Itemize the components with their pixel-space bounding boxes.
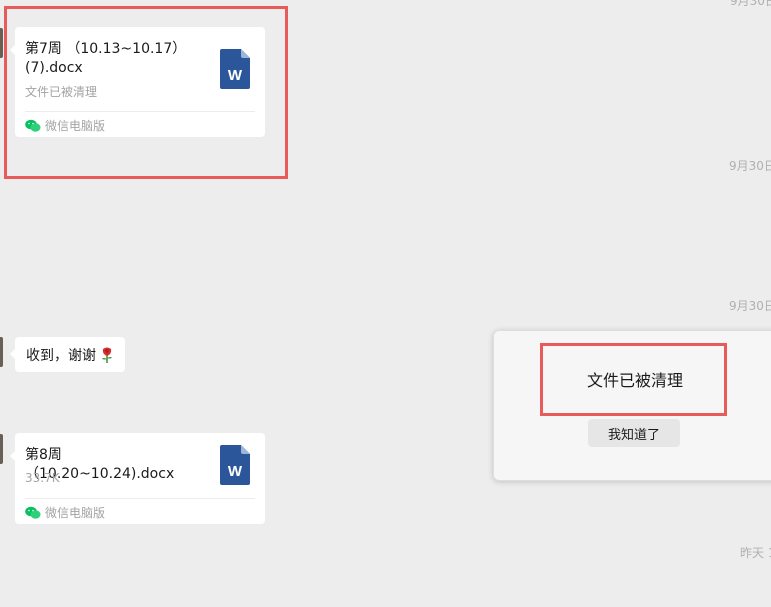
timestamp: 昨天 1 xyxy=(740,546,771,560)
file-message-card[interactable]: 第7周 （10.13~10.17）(7).docx 文件已被清理 W 微信电脑版 xyxy=(10,27,265,137)
word-doc-icon: W xyxy=(220,445,250,485)
acknowledge-button[interactable]: 我知道了 xyxy=(588,419,680,447)
text-message[interactable]: 收到，谢谢 xyxy=(10,337,125,372)
source-footer: 微信电脑版 xyxy=(25,117,105,134)
source-footer: 微信电脑版 xyxy=(25,504,105,521)
file-cleared-dialog: 文件已被清理 我知道了 xyxy=(493,330,771,481)
timestamp: 9月30日 xyxy=(730,0,771,8)
file-message-card[interactable]: 第8周 （10.20~10.24).docx 33.7K W 微信电脑版 xyxy=(10,433,265,524)
timestamp: 9月30日 xyxy=(729,299,771,313)
dialog-message: 文件已被清理 xyxy=(587,371,684,390)
avatar[interactable] xyxy=(0,28,3,58)
message-text: 收到，谢谢 xyxy=(26,347,96,364)
file-size: 33.7K xyxy=(25,471,60,485)
footer-label: 微信电脑版 xyxy=(45,119,106,133)
timestamp: 9月30日 xyxy=(729,159,771,173)
avatar[interactable] xyxy=(0,434,3,464)
avatar[interactable] xyxy=(0,337,3,367)
word-doc-icon: W xyxy=(220,49,250,89)
divider xyxy=(25,498,255,499)
svg-text:W: W xyxy=(228,67,243,84)
divider xyxy=(25,111,255,112)
wechat-icon xyxy=(25,119,41,132)
wechat-icon xyxy=(25,506,41,519)
file-status: 文件已被清理 xyxy=(25,85,98,99)
file-name: 第7周 （10.13~10.17）(7).docx xyxy=(25,41,187,76)
svg-text:W: W xyxy=(228,463,243,480)
rose-emoji-icon xyxy=(102,347,112,363)
footer-label: 微信电脑版 xyxy=(45,506,106,520)
